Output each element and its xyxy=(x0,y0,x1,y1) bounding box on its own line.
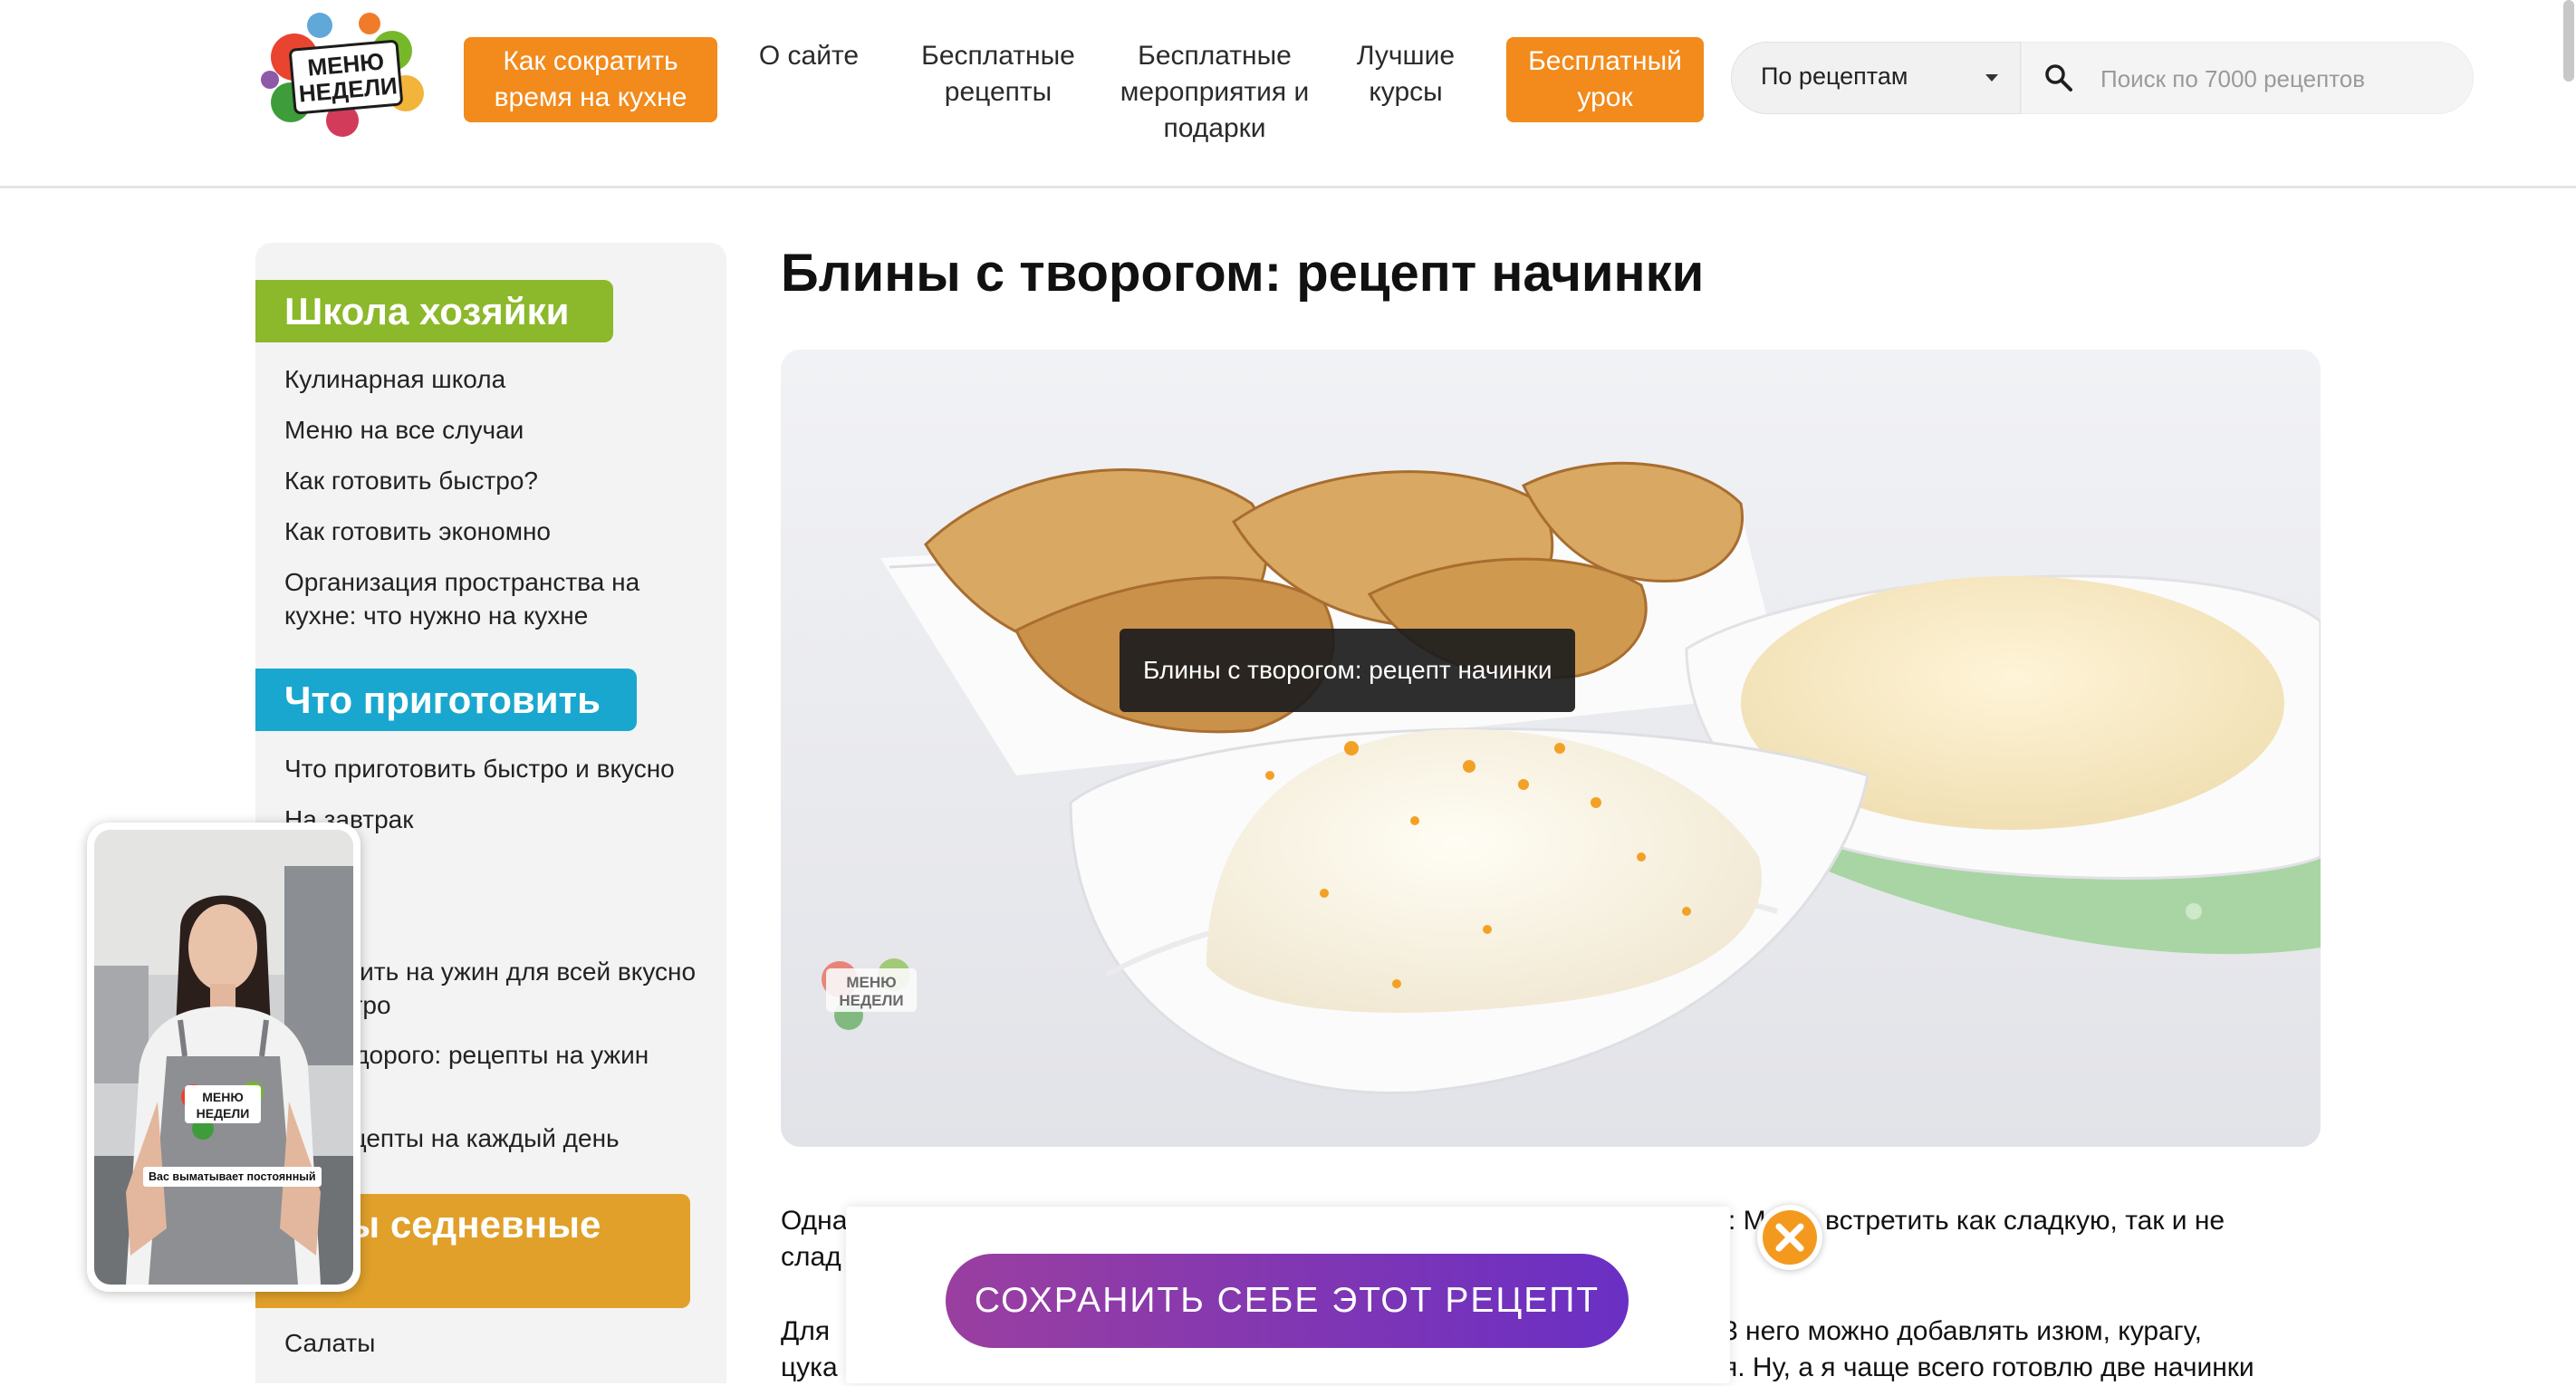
nav-cta-save-time-button[interactable]: Как сократить время на кухне xyxy=(464,37,717,122)
close-popup-button[interactable] xyxy=(1757,1205,1822,1270)
close-icon xyxy=(1763,1210,1817,1265)
floating-video-player[interactable]: МЕНЮ НЕДЕЛИ Вас выматывает постоянный xyxy=(87,823,360,1292)
site-logo[interactable]: МЕНЮ НЕДЕЛИ xyxy=(256,7,437,143)
nav-link-about-label: О сайте xyxy=(758,41,860,71)
page-title: Блины с творогом: рецепт начинки xyxy=(781,244,1705,303)
save-recipe-label: СОХРАНИТЬ СЕБЕ ЭТОТ РЕЦЕПТ xyxy=(974,1281,1600,1320)
nav-link-free-recipes[interactable]: Бесплатные рецепты xyxy=(909,38,1087,111)
article-text-fragment: 3 него можно добавлять изюм, курагу, xyxy=(1723,1316,2203,1346)
image-tooltip: Блины с творогом: рецепт начинки xyxy=(1120,629,1576,712)
video-caption: Вас выматывает постоянный xyxy=(143,1167,322,1187)
recipe-hero-image: МЕНЮ НЕДЕЛИ xyxy=(781,350,2321,1147)
sidebar-item-menu-all-occasions[interactable]: Меню на все случаи xyxy=(284,413,701,447)
sidebar-heading-housewife-school[interactable]: Школа хозяйки xyxy=(255,280,613,342)
nav-free-lesson-label: Бесплатный урок xyxy=(1528,46,1682,112)
nav-link-free-events[interactable]: Бесплатные мероприятия и подарки xyxy=(1120,38,1310,147)
article-text-fragment: цука xyxy=(781,1352,838,1382)
page-scrollbar[interactable] xyxy=(2563,0,2574,82)
save-recipe-panel: СОХРАНИТЬ СЕБЕ ЭТОТ РЕЦЕПТ xyxy=(846,1207,1730,1383)
article-text-fragment: Одна xyxy=(781,1206,848,1236)
search-input[interactable] xyxy=(2099,55,2446,102)
site-header: МЕНЮ НЕДЕЛИ Как сократить время на кухне… xyxy=(0,0,2576,188)
nav-link-best-courses-label: Лучшие курсы xyxy=(1356,41,1456,107)
nav-cta-save-time-label: Как сократить время на кухне xyxy=(494,46,687,112)
watermark-text-1: МЕНЮ xyxy=(846,974,896,991)
nav-link-free-events-label: Бесплатные мероприятия и подарки xyxy=(1120,41,1310,143)
nav-free-lesson-button[interactable]: Бесплатный урок xyxy=(1506,37,1704,122)
article-text-fragment: слад xyxy=(781,1242,841,1272)
watermark-text-2: НЕДЕЛИ xyxy=(839,992,903,1009)
search-scope-select[interactable]: По рецептам xyxy=(1731,42,2021,114)
article-text-fragment: о встретить как сладкую, так и не xyxy=(1802,1206,2225,1236)
article-text-fragment: я. Ну, а я чаще всего готовлю две начинк… xyxy=(1723,1352,2254,1382)
sidebar-item-cook-cheap[interactable]: Как готовить экономно xyxy=(284,515,701,548)
save-recipe-button[interactable]: СОХРАНИТЬ СЕБЕ ЭТОТ РЕЦЕПТ xyxy=(946,1254,1629,1348)
search-icon[interactable] xyxy=(2043,63,2074,93)
sidebar-item-culinary-school[interactable]: Кулинарная школа xyxy=(284,362,701,396)
article-text-fragment: Для xyxy=(781,1316,831,1346)
sidebar-item-salads[interactable]: Салаты xyxy=(284,1326,701,1360)
search-box xyxy=(2021,42,2474,114)
sidebar-item-fast-tasty[interactable]: Что приготовить быстро и вкусно xyxy=(284,752,701,785)
apron-logo-text-1: МЕНЮ xyxy=(202,1090,244,1104)
sidebar-heading-label: Что приготовить xyxy=(284,679,601,721)
nav-link-best-courses[interactable]: Лучшие курсы xyxy=(1342,38,1469,111)
sidebar-item-kitchen-organization[interactable]: Организация пространства на кухне: что н… xyxy=(284,565,701,632)
sidebar-heading-what-to-cook[interactable]: Что приготовить xyxy=(255,669,637,731)
nav-link-about[interactable]: О сайте xyxy=(748,38,870,74)
chevron-down-icon xyxy=(1985,74,1998,82)
sidebar-heading-label: Школа хозяйки xyxy=(284,290,570,332)
video-frame[interactable]: МЕНЮ НЕДЕЛИ Вас выматывает постоянный xyxy=(94,830,353,1285)
sidebar-item-cook-fast[interactable]: Как готовить быстро? xyxy=(284,464,701,497)
search-scope-value: По рецептам xyxy=(1761,63,1908,90)
apron-logo-text-2: НЕДЕЛИ xyxy=(197,1106,250,1121)
nav-link-free-recipes-label: Бесплатные рецепты xyxy=(921,41,1075,107)
